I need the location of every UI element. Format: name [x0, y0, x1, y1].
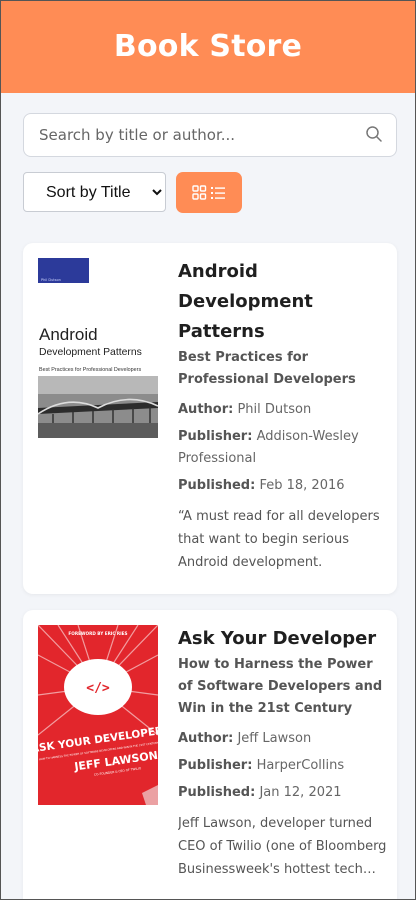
cover-title-line2: Development Patterns — [39, 347, 142, 358]
book-description: Jeff Lawson, developer turned CEO of Twi… — [178, 816, 387, 877]
author-label: Author: — [178, 402, 234, 417]
publisher-label: Publisher: — [178, 429, 253, 444]
book-card[interactable]: Phil Dutson Android Development Patterns… — [23, 243, 397, 594]
book-info: Ask Your Developer How to Harness the Po… — [178, 624, 388, 881]
search-input[interactable] — [23, 113, 397, 157]
book-info: Android Development Patterns Best Practi… — [178, 257, 388, 574]
book-subtitle: How to Harness the Power of Software Dev… — [178, 657, 383, 716]
cover-code-glyph: </> — [86, 681, 110, 696]
book-published-date: Feb 18, 2016 — [259, 478, 345, 493]
published-label: Published: — [178, 785, 256, 800]
cover-title-line1: Android — [39, 325, 98, 344]
book-title[interactable]: Ask Your Developer — [178, 624, 388, 654]
book-author-row: Author: Jeff Lawson — [178, 728, 388, 750]
app-header: Book Store — [0, 0, 416, 93]
book-card[interactable]: FOREWORD BY ERIC RIES </> ASK YOUR DEVEL… — [23, 610, 397, 900]
book-publisher-row: Publisher: Addison-Wesley Professional — [178, 426, 388, 470]
sort-select[interactable]: Sort by Title — [23, 172, 166, 212]
publisher-label: Publisher: — [178, 758, 253, 773]
book-author-row: Author: Phil Dutson — [178, 399, 388, 421]
book-subtitle: Best Practices for Professional Develope… — [178, 350, 356, 387]
grid-list-icon — [192, 184, 225, 200]
book-published-row: Published: Jan 12, 2021 — [178, 782, 388, 804]
view-toggle-button[interactable] — [176, 172, 242, 213]
search-icon[interactable] — [365, 125, 383, 143]
cover-foreword: FOREWORD BY ERIC RIES — [68, 631, 127, 636]
cover-tagline: Best Practices for Professional Develope… — [39, 367, 141, 373]
author-label: Author: — [178, 731, 234, 746]
book-title[interactable]: Android Development Patterns — [178, 257, 388, 347]
book-publisher: HarperCollins — [256, 758, 345, 773]
book-cover-image: Phil Dutson Android Development Patterns… — [38, 258, 158, 438]
book-cover-image: FOREWORD BY ERIC RIES </> ASK YOUR DEVEL… — [38, 625, 158, 805]
published-label: Published: — [178, 478, 256, 493]
app-title: Book Store — [113, 29, 303, 64]
book-description: “A must read for all developers that wan… — [178, 509, 380, 570]
search-bar — [23, 113, 397, 157]
book-published-row: Published: Feb 18, 2016 — [178, 475, 388, 497]
book-published-date: Jan 12, 2021 — [259, 785, 342, 800]
book-author: Phil Dutson — [237, 402, 312, 417]
cover-author-small: Phil Dutson — [41, 278, 61, 282]
book-author: Jeff Lawson — [237, 731, 312, 746]
book-publisher-row: Publisher: HarperCollins — [178, 755, 388, 777]
